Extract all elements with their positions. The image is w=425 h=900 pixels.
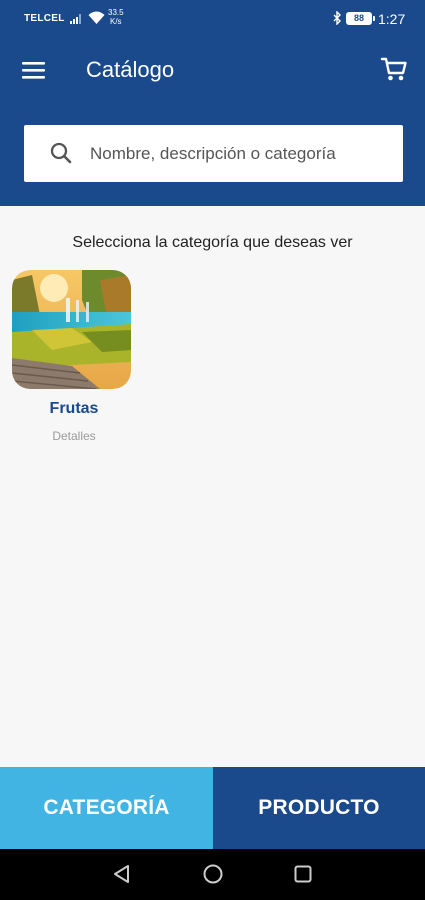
instruction-text: Selecciona la categoría que deseas ver bbox=[72, 234, 353, 251]
carrier-name: TELCEL bbox=[24, 13, 65, 24]
page-title: Catálogo bbox=[86, 57, 175, 82]
network-speed: 33.5 K/s bbox=[108, 8, 124, 26]
category-name[interactable]: Frutas bbox=[10, 400, 138, 418]
clock: 1:27 bbox=[378, 11, 406, 27]
back-triangle-icon[interactable] bbox=[110, 862, 134, 886]
bottom-tab-bar: CATEGORÍA PRODUCTO bbox=[0, 767, 425, 849]
battery-indicator: 88 bbox=[346, 12, 375, 25]
system-navigation-bar bbox=[0, 849, 425, 900]
home-circle-icon[interactable] bbox=[201, 862, 225, 886]
shopping-cart-icon[interactable] bbox=[380, 55, 408, 83]
status-bar: TELCEL 33.5 K/s 88 1:27 bbox=[0, 0, 425, 38]
app-header: Catálogo bbox=[0, 38, 425, 206]
tab-producto[interactable]: PRODUCTO bbox=[213, 767, 425, 849]
bluetooth-icon bbox=[333, 11, 341, 25]
wifi-icon bbox=[88, 11, 105, 24]
hamburger-menu-icon[interactable] bbox=[22, 60, 46, 80]
search-bar[interactable] bbox=[24, 125, 403, 182]
search-input[interactable] bbox=[90, 125, 396, 182]
signal-icon bbox=[70, 14, 81, 24]
search-icon bbox=[50, 142, 72, 164]
recent-apps-square-icon[interactable] bbox=[291, 862, 315, 886]
tab-categoria[interactable]: CATEGORÍA bbox=[0, 767, 213, 849]
network-speed-value: 33.5 bbox=[108, 8, 124, 17]
category-details-link[interactable]: Detalles bbox=[10, 429, 138, 443]
network-speed-unit: K/s bbox=[110, 17, 122, 26]
category-card-frutas[interactable]: Frutas Detalles bbox=[10, 270, 138, 450]
category-image[interactable] bbox=[12, 270, 131, 389]
